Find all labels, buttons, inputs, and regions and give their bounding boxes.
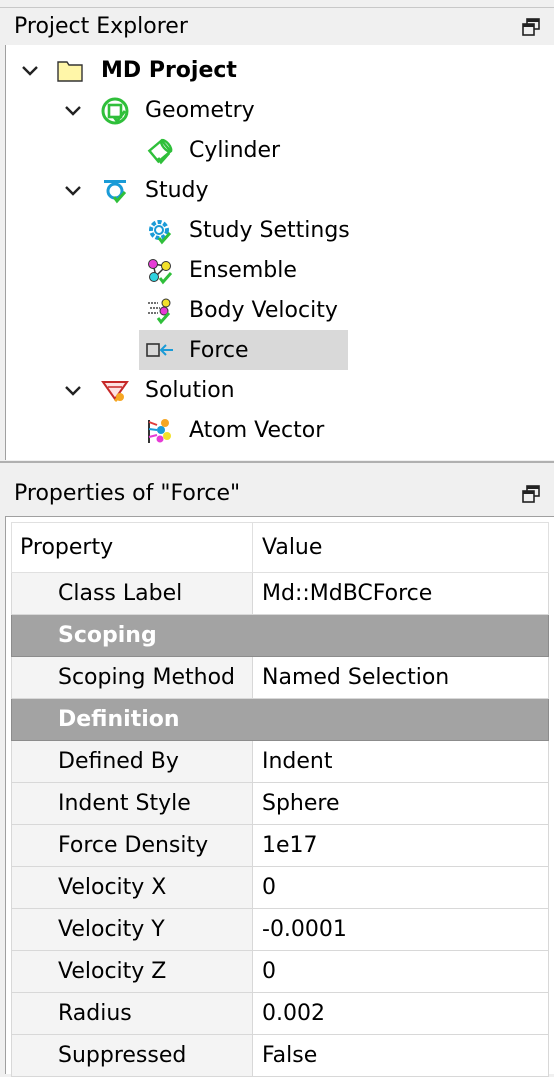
property-row[interactable]: Suppressed False — [11, 1034, 549, 1077]
tree-item-label: MD Project — [101, 58, 237, 83]
property-row[interactable]: Velocity Y -0.0001 — [11, 908, 549, 951]
property-row[interactable]: Force Density 1e17 — [11, 824, 549, 867]
tree-item-label: Atom Vector — [189, 418, 325, 443]
chevron-down-icon[interactable] — [64, 102, 82, 120]
property-group-scoping[interactable]: Scoping — [11, 614, 549, 657]
float-window-icon[interactable] — [522, 485, 540, 503]
property-group-label: Definition — [11, 698, 549, 741]
property-value[interactable]: Named Selection — [252, 656, 549, 699]
property-value[interactable]: 0 — [252, 866, 549, 909]
property-name: Velocity X — [11, 866, 253, 909]
tree-item-geometry[interactable]: Geometry — [6, 91, 546, 131]
property-name: Suppressed — [11, 1034, 253, 1077]
property-name: Force Density — [11, 824, 253, 867]
geometry-icon — [101, 97, 129, 125]
property-name: Defined By — [11, 740, 253, 783]
property-name: Class Label — [11, 572, 253, 615]
float-window-icon[interactable] — [522, 18, 540, 36]
tree-item-study-settings[interactable]: Study Settings — [6, 211, 546, 251]
property-name: Velocity Z — [11, 950, 253, 993]
tree-item-solution[interactable]: Solution — [6, 371, 546, 411]
property-name: Velocity Y — [11, 908, 253, 951]
property-group-label: Scoping — [11, 614, 549, 657]
project-explorer-title: Project Explorer — [14, 14, 188, 39]
project-explorer-header: Project Explorer — [0, 7, 554, 45]
properties-title: Properties of "Force" — [14, 481, 241, 506]
solution-icon — [101, 381, 129, 403]
settings-gear-icon — [149, 220, 172, 245]
tree-item-body-velocity[interactable]: Body Velocity — [6, 291, 546, 331]
tree-item-label: Cylinder — [189, 138, 281, 163]
force-icon — [146, 343, 173, 357]
property-row[interactable]: Velocity Z 0 — [11, 950, 549, 993]
tree-item-study[interactable]: Study — [6, 171, 546, 211]
property-value[interactable]: False — [252, 1034, 549, 1077]
chevron-down-icon[interactable] — [64, 382, 82, 400]
body-velocity-icon — [148, 298, 171, 325]
property-value[interactable]: Md::MdBCForce — [252, 572, 549, 615]
tree-item-force[interactable]: Force — [6, 331, 546, 371]
folder-icon — [57, 61, 83, 82]
property-row[interactable]: Scoping Method Named Selection — [11, 656, 549, 699]
tree-item-label: Ensemble — [189, 258, 297, 283]
property-value[interactable]: 0.002 — [252, 992, 549, 1035]
properties-grid: Property Value Class Label Md::MdBCForce… — [5, 516, 554, 1077]
property-value[interactable]: -0.0001 — [252, 908, 549, 951]
column-header-property[interactable]: Property — [11, 522, 253, 573]
study-icon — [104, 180, 127, 204]
chevron-down-icon[interactable] — [64, 182, 82, 200]
ensemble-icon — [148, 259, 173, 285]
tree-item-label: Geometry — [145, 98, 255, 123]
tree-item-ensemble[interactable]: Ensemble — [6, 251, 546, 291]
property-value[interactable]: Indent — [252, 740, 549, 783]
tree-item-label: Force — [189, 338, 249, 363]
property-value[interactable]: 0 — [252, 950, 549, 993]
property-value[interactable]: 1e17 — [252, 824, 549, 867]
property-value[interactable]: Sphere — [252, 782, 549, 825]
project-tree: MD Project Geometry Cylinder Study Study… — [5, 45, 554, 460]
panel-divider[interactable] — [0, 461, 554, 463]
properties-header-row: Property Value — [11, 522, 549, 573]
property-name: Indent Style — [11, 782, 253, 825]
column-header-value[interactable]: Value — [252, 522, 549, 573]
properties-header: Properties of "Force" — [0, 475, 554, 513]
tree-item-label: Body Velocity — [189, 298, 338, 323]
chevron-down-icon[interactable] — [21, 62, 39, 80]
property-row[interactable]: Radius 0.002 — [11, 992, 549, 1035]
property-row[interactable]: Velocity X 0 — [11, 866, 549, 909]
tree-item-md-project[interactable]: MD Project — [6, 51, 546, 91]
tree-item-label: Solution — [145, 378, 235, 403]
cylinder-icon — [147, 138, 173, 165]
property-group-definition[interactable]: Definition — [11, 698, 549, 741]
property-name: Scoping Method — [11, 656, 253, 699]
tree-item-cylinder[interactable]: Cylinder — [6, 131, 546, 171]
tree-item-atom-vector[interactable]: Atom Vector — [6, 411, 546, 451]
property-row[interactable]: Indent Style Sphere — [11, 782, 549, 825]
atom-vector-icon — [148, 419, 171, 443]
property-name: Radius — [11, 992, 253, 1035]
tree-item-label: Study — [145, 178, 209, 203]
properties-table: Property Value Class Label Md::MdBCForce… — [11, 522, 549, 1077]
property-row[interactable]: Class Label Md::MdBCForce — [11, 572, 549, 615]
property-row[interactable]: Defined By Indent — [11, 740, 549, 783]
tree-item-label: Study Settings — [189, 218, 350, 243]
